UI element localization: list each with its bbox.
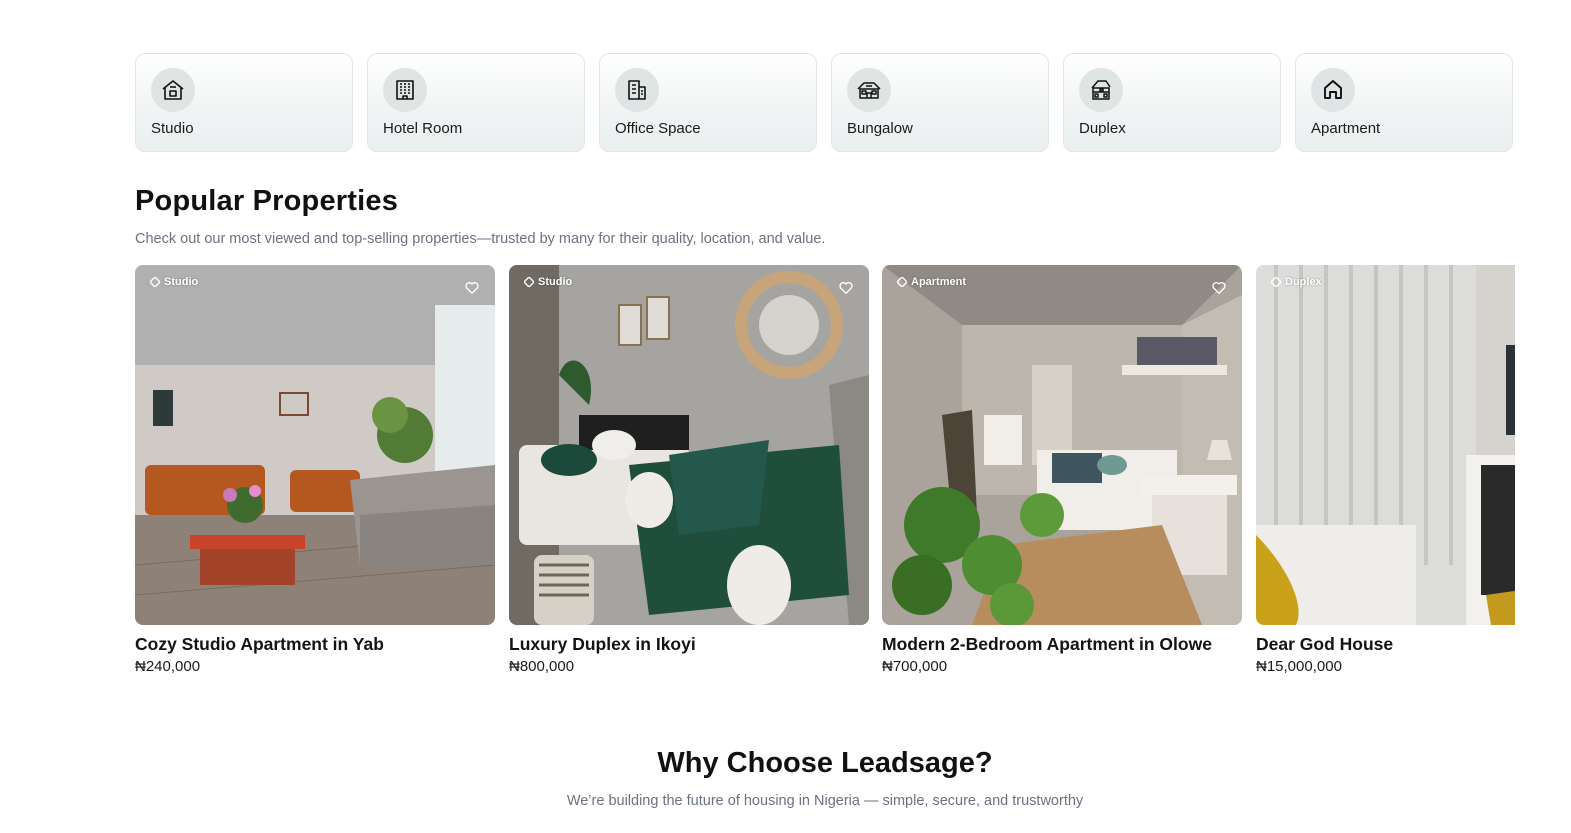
bedroom-with-plants-photo [882, 265, 1242, 625]
office-building-icon [615, 68, 659, 112]
diamond-icon [1271, 277, 1281, 287]
badge-label: Studio [164, 276, 199, 288]
property-type-badge: Apartment [897, 276, 966, 288]
badge-label: Studio [538, 276, 573, 288]
category-card-hotel-room[interactable]: Hotel Room [367, 53, 585, 152]
property-card[interactable]: Studio Luxury Duplex in Ikoyi ₦800,000 [509, 265, 869, 675]
why-choose-subtitle: We’re building the future of housing in … [566, 793, 1084, 809]
hotel-building-icon [383, 68, 427, 112]
property-card[interactable]: Apartment Modern 2-Bedroom Apartment in … [882, 265, 1242, 675]
living-room-photo [135, 265, 495, 625]
category-card-studio[interactable]: Studio [135, 53, 353, 152]
category-card-bungalow[interactable]: Bungalow [831, 53, 1049, 152]
property-card[interactable]: Studio Cozy Studio Apartment in Yab ₦240… [135, 265, 495, 675]
category-card-apartment[interactable]: Apartment [1295, 53, 1513, 152]
section-title: Popular Properties [135, 185, 399, 217]
category-label: Bungalow [847, 120, 913, 137]
property-title[interactable]: Modern 2-Bedroom Apartment in Olowe [882, 634, 1212, 655]
heart-icon[interactable] [1211, 280, 1227, 296]
property-photo[interactable]: Studio [509, 265, 869, 625]
property-type-badge: Duplex [1271, 276, 1322, 288]
category-card-office-space[interactable]: Office Space [599, 53, 817, 152]
bungalow-icon [847, 68, 891, 112]
living-room-curtains-photo [1256, 265, 1515, 625]
duplex-icon [1079, 68, 1123, 112]
property-carousel: Studio Cozy Studio Apartment in Yab ₦240… [135, 265, 1515, 685]
property-title[interactable]: Cozy Studio Apartment in Yab [135, 634, 384, 655]
property-price: ₦800,000 [509, 658, 575, 675]
badge-label: Duplex [1285, 276, 1322, 288]
diamond-icon [524, 277, 534, 287]
category-list: Studio Hotel Room Office Space Bungalow … [135, 53, 1513, 152]
category-label: Office Space [615, 120, 701, 137]
property-price: ₦15,000,000 [1256, 658, 1342, 675]
property-price: ₦240,000 [135, 658, 201, 675]
property-title[interactable]: Dear God House [1256, 634, 1393, 655]
category-label: Duplex [1079, 120, 1126, 137]
diamond-icon [897, 277, 907, 287]
bedroom-photo [509, 265, 869, 625]
house-icon [151, 68, 195, 112]
home-icon [1311, 68, 1355, 112]
property-type-badge: Studio [150, 276, 198, 288]
category-card-duplex[interactable]: Duplex [1063, 53, 1281, 152]
property-type-badge: Studio [524, 276, 572, 288]
property-title[interactable]: Luxury Duplex in Ikoyi [509, 634, 696, 655]
property-photo[interactable]: Apartment [882, 265, 1242, 625]
diamond-icon [150, 277, 160, 287]
category-label: Studio [151, 120, 194, 137]
heart-icon[interactable] [838, 280, 854, 296]
badge-label: Apartment [911, 276, 967, 288]
property-price: ₦700,000 [882, 658, 948, 675]
category-label: Apartment [1311, 120, 1381, 137]
property-photo[interactable]: Duplex [1256, 265, 1515, 625]
property-photo[interactable]: Studio [135, 265, 495, 625]
category-label: Hotel Room [383, 120, 463, 137]
heart-icon[interactable] [464, 280, 480, 296]
property-card[interactable]: Duplex Dear God House ₦15,000,000 [1256, 265, 1515, 675]
why-choose-title: Why Choose Leadsage? [657, 747, 993, 779]
section-subtitle: Check out our most viewed and top-sellin… [135, 231, 826, 247]
